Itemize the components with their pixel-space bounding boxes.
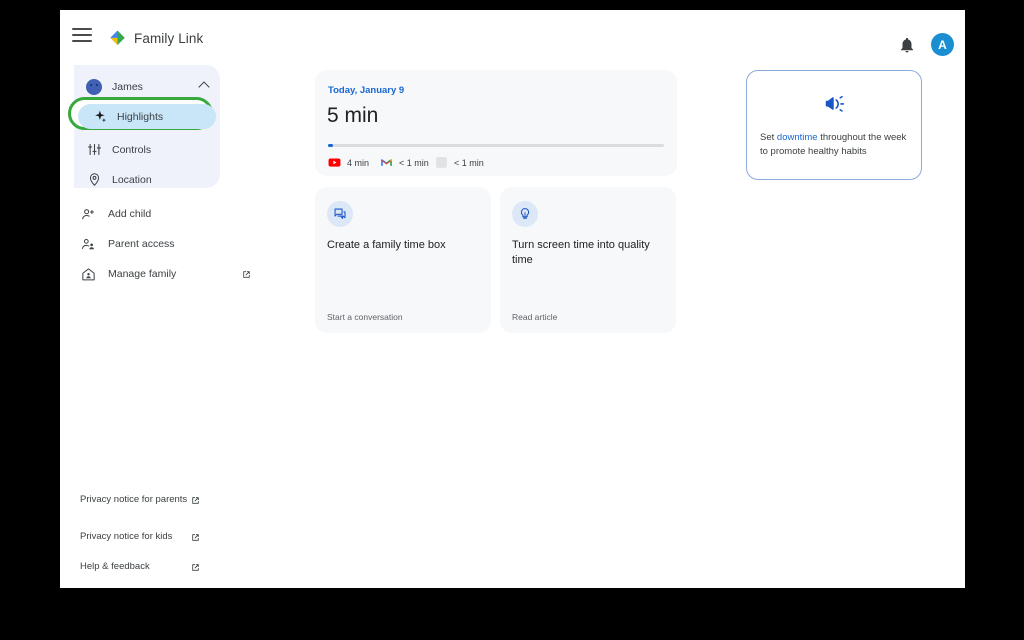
- open-in-new-icon: [243, 270, 250, 278]
- sidebar-link-label: Add child: [108, 208, 152, 220]
- family-link-logo-icon: [110, 30, 125, 45]
- hamburger-menu-icon[interactable]: [72, 28, 92, 44]
- family-home-icon: [80, 266, 96, 282]
- downtime-link[interactable]: downtime: [777, 132, 818, 143]
- app-usage-duration: < 1 min: [399, 157, 429, 168]
- app-header: Family Link A: [60, 10, 965, 62]
- youtube-icon: [328, 158, 341, 167]
- app-usage-chip-gmail: < 1 min: [380, 156, 429, 169]
- app-usage-duration: < 1 min: [454, 157, 484, 168]
- screen-time-card[interactable]: Today, January 9 5 min 4 min < 1 min < 1…: [315, 70, 677, 176]
- open-in-new-icon: [192, 496, 199, 504]
- avatar[interactable]: A: [931, 33, 954, 56]
- footer-link-privacy-kids[interactable]: Privacy notice for kids: [74, 529, 264, 545]
- sidebar-item-label: Location: [112, 173, 152, 186]
- supervisor-account-icon: [80, 236, 96, 252]
- app-title: Family Link: [134, 31, 204, 46]
- downtime-card-text: Set downtime throughout the week to prom…: [760, 131, 912, 159]
- info-card-action[interactable]: Start a conversation: [327, 312, 403, 322]
- screen-letterbox: Family Link A James Highlights Controls …: [0, 0, 1024, 640]
- sidebar-item-controls[interactable]: Controls: [74, 136, 220, 163]
- info-card-title: Create a family time box: [327, 239, 446, 251]
- forum-chat-icon: [334, 208, 346, 219]
- screen-time-progress-fill: [328, 144, 334, 147]
- screen-time-total: 5 min: [327, 104, 379, 127]
- card-icon-container: [512, 201, 538, 227]
- footer-link-label: Help & feedback: [80, 561, 150, 572]
- sidebar-item-manage-family[interactable]: Manage family: [74, 263, 264, 285]
- tune-sliders-icon: [86, 142, 102, 158]
- downtime-text-before: Set: [760, 132, 777, 143]
- sidebar-item-label: Highlights: [117, 110, 164, 123]
- footer-link-help-feedback[interactable]: Help & feedback: [74, 559, 264, 575]
- sidebar-item-location[interactable]: Location: [74, 166, 220, 193]
- app-usage-duration: 4 min: [347, 157, 370, 168]
- screen-time-date: Today, January 9: [328, 85, 405, 96]
- child-nav-group: James Highlights Controls Location: [74, 65, 220, 188]
- gmail-icon: [381, 159, 392, 166]
- screen-time-progress-bar: [328, 144, 664, 147]
- footer-link-label: Privacy notice for kids: [80, 531, 173, 542]
- generic-app-icon: [436, 157, 447, 168]
- sidebar-link-label: Parent access: [108, 238, 175, 250]
- sidebar-item-label: Controls: [112, 143, 152, 156]
- hamburger-bar: [72, 34, 92, 36]
- sidebar-item-highlights[interactable]: Highlights: [78, 104, 216, 129]
- hamburger-bar: [72, 40, 92, 42]
- footer-link-label: Privacy notice for parents: [80, 494, 188, 505]
- megaphone-icon: [825, 95, 845, 112]
- info-card-action[interactable]: Read article: [512, 312, 557, 322]
- child-name-label: James: [112, 80, 143, 93]
- open-in-new-icon: [192, 533, 199, 541]
- sparkle-icon: [92, 109, 108, 125]
- lightbulb-icon: [520, 208, 530, 219]
- hamburger-bar: [72, 28, 92, 30]
- info-card-quality-time[interactable]: Turn screen time into quality time Read …: [500, 187, 676, 333]
- sidebar-child-selector[interactable]: James: [74, 73, 220, 100]
- sidebar-item-parent-access[interactable]: Parent access: [74, 233, 264, 255]
- location-pin-icon: [86, 172, 102, 188]
- sidebar-item-add-child[interactable]: Add child: [74, 203, 264, 225]
- app-usage-chip-other: < 1 min: [435, 156, 484, 169]
- sidebar: James Highlights Controls Location Add c…: [60, 62, 272, 588]
- family-link-app-window: Family Link A James Highlights Controls …: [60, 10, 965, 588]
- sidebar-link-label: Manage family: [108, 268, 177, 280]
- app-usage-chip-youtube: 4 min: [328, 156, 369, 169]
- info-card-family-time-box[interactable]: Create a family time box Start a convers…: [315, 187, 491, 333]
- main-content: Today, January 9 5 min 4 min < 1 min < 1…: [272, 62, 965, 588]
- downtime-suggestion-card[interactable]: Set downtime throughout the week to prom…: [746, 70, 922, 180]
- info-card-title: Turn screen time into quality time: [512, 239, 650, 266]
- person-add-icon: [80, 206, 96, 222]
- open-in-new-icon: [192, 563, 199, 571]
- footer-link-privacy-parents[interactable]: Privacy notice for parents: [74, 488, 264, 512]
- child-avatar-icon: [86, 78, 102, 95]
- chevron-up-icon: [198, 81, 210, 93]
- bell-icon[interactable]: [898, 36, 916, 54]
- card-icon-container: [327, 201, 353, 227]
